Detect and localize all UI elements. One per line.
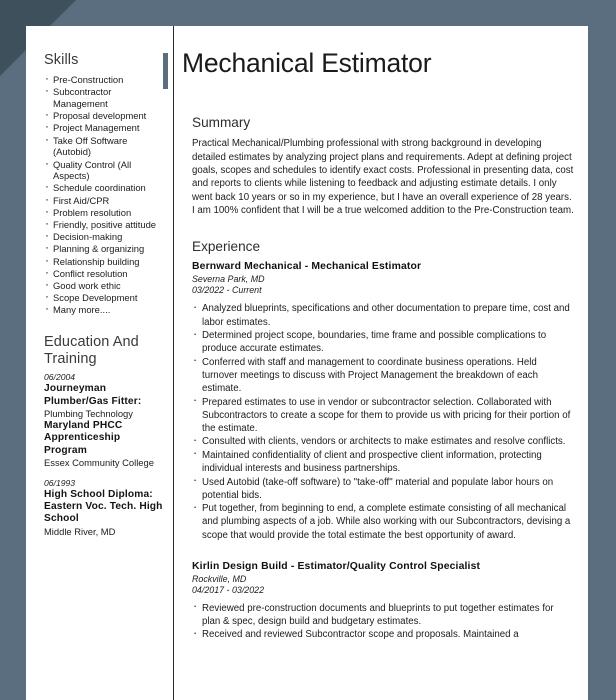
list-item: Relationship building bbox=[44, 255, 165, 268]
education-organization: Eastern Voc. Tech. High School bbox=[44, 501, 163, 525]
education-date: 06/1993 bbox=[44, 477, 76, 488]
experience-section-heading: Experience bbox=[192, 239, 261, 255]
list-item: First Aid/CPR bbox=[44, 194, 165, 207]
education-degree: Journeyman Plumber/Gas Fitter: bbox=[44, 383, 142, 407]
list-item: Schedule coordination bbox=[44, 181, 165, 194]
experience-section: Experience Bernward Mechanical - Mechani… bbox=[174, 239, 574, 641]
education-entry: 06/1993 High School Diploma: Eastern Voc… bbox=[44, 478, 165, 538]
list-item: Analyzed blueprints, specifications and … bbox=[192, 301, 574, 328]
title-accent-bar bbox=[163, 53, 168, 89]
job-title: Bernward Mechanical - Mechanical Estimat… bbox=[192, 261, 422, 273]
list-item: Conferred with staff and management to c… bbox=[192, 354, 574, 395]
list-item: Quality Control (All Aspects) bbox=[44, 158, 165, 182]
list-item: Reviewed pre-construction documents and … bbox=[192, 600, 574, 628]
education-organization: Maryland PHCC Apprenticeship Program bbox=[44, 419, 123, 456]
list-item: Planning & organizing bbox=[44, 242, 165, 255]
experience-entry: Bernward Mechanical - Mechanical Estimat… bbox=[192, 260, 574, 541]
list-item: Good work ethic bbox=[44, 279, 165, 292]
list-item: Consulted with clients, vendors or archi… bbox=[192, 434, 574, 448]
list-item: Determined project scope, boundaries, ti… bbox=[192, 328, 574, 355]
list-item: Proposal development bbox=[44, 109, 165, 122]
list-item: Decision-making bbox=[44, 230, 165, 243]
skills-section-heading: Skills bbox=[44, 52, 79, 68]
list-item: Pre-Construction bbox=[44, 73, 165, 86]
resume-sidebar: Skills Pre-Construction Subcontractor Ma… bbox=[26, 26, 174, 700]
education-location: Middle River, MD bbox=[44, 525, 116, 537]
education-section-heading: Education And Training bbox=[44, 334, 139, 368]
job-location: Severna Park, MD bbox=[192, 274, 265, 285]
list-item: Received and reviewed Subcontractor scop… bbox=[192, 627, 574, 641]
list-item: Subcontractor Management bbox=[44, 85, 165, 109]
document-title-row: Mechanical Estimator bbox=[163, 26, 574, 89]
page-title: Mechanical Estimator bbox=[182, 48, 432, 78]
job-dates: 03/2022 - Current bbox=[192, 285, 262, 296]
list-item: Project Management bbox=[44, 121, 165, 134]
education-degree: High School Diploma: bbox=[44, 488, 153, 500]
education-location: Essex Community College bbox=[44, 457, 154, 469]
summary-body-text: Practical Mechanical/Plumbing profession… bbox=[192, 138, 574, 216]
job-title: Kirlin Design Build - Estimator/Quality … bbox=[192, 560, 481, 572]
education-entry: 06/2004 Journeyman Plumber/Gas Fitter: P… bbox=[44, 372, 165, 468]
job-bullet-list: Analyzed blueprints, specifications and … bbox=[192, 301, 574, 541]
list-item: Problem resolution bbox=[44, 206, 165, 219]
list-item: Conflict resolution bbox=[44, 267, 165, 280]
education-date: 06/2004 bbox=[44, 372, 76, 383]
list-item: Maintained confidentiality of client and… bbox=[192, 447, 574, 475]
list-item: Scope Development bbox=[44, 291, 165, 304]
list-item: Put together, from beginning to end, a c… bbox=[192, 501, 574, 541]
resume-main-column: Mechanical Estimator Summary Practical M… bbox=[163, 26, 588, 700]
list-item: Friendly, positive attitude bbox=[44, 218, 165, 231]
list-item: Used Autobid (take-off software) to "tak… bbox=[192, 474, 574, 502]
resume-document-viewport: Skills Pre-Construction Subcontractor Ma… bbox=[0, 0, 616, 700]
job-bullet-list: Reviewed pre-construction documents and … bbox=[192, 600, 574, 642]
experience-entry: Kirlin Design Build - Estimator/Quality … bbox=[192, 560, 574, 642]
summary-section-heading: Summary bbox=[192, 115, 251, 130]
resume-page-sheet: Skills Pre-Construction Subcontractor Ma… bbox=[26, 26, 588, 700]
job-dates: 04/2017 - 03/2022 bbox=[192, 584, 265, 595]
summary-section: Summary Practical Mechanical/Plumbing pr… bbox=[174, 115, 574, 217]
job-location: Rockville, MD bbox=[192, 573, 247, 584]
list-item: Many more.... bbox=[44, 303, 165, 316]
list-item: Prepared estimates to use in vendor or s… bbox=[192, 394, 574, 435]
skills-list: Pre-Construction Subcontractor Managemen… bbox=[44, 73, 165, 316]
education-field: Plumbing Technology bbox=[44, 408, 133, 420]
list-item: Take Off Software (Autobid) bbox=[44, 134, 165, 158]
